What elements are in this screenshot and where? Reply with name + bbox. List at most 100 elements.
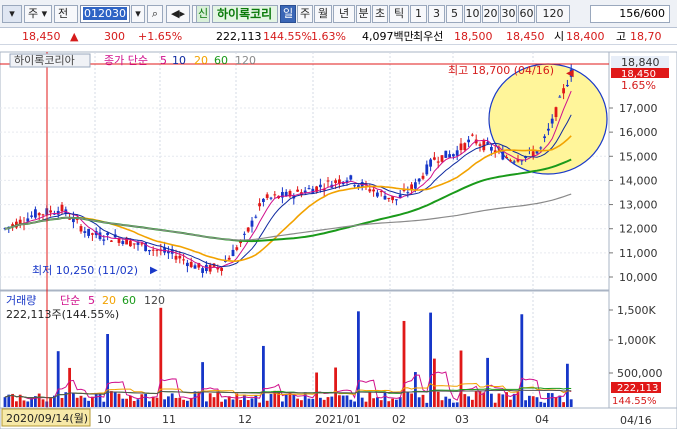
volume-bar — [258, 402, 261, 407]
candle-body — [429, 159, 432, 167]
trade-amount: 4,097백만 — [362, 30, 414, 43]
candle-body — [83, 231, 87, 233]
candle-body — [49, 210, 52, 213]
volume-bar — [387, 401, 391, 407]
candle-body — [410, 184, 413, 190]
period-button-2[interactable]: 월 — [314, 5, 332, 23]
volume-bar — [41, 399, 45, 407]
candle-body — [220, 267, 223, 271]
volume-bar — [307, 398, 311, 407]
candle-body — [414, 182, 417, 189]
volume-bar — [144, 393, 147, 407]
period-button-14[interactable]: 120 — [536, 5, 570, 23]
stock-name-field: 하이록코리 — [212, 5, 278, 23]
period-button-11[interactable]: 20 — [482, 5, 499, 23]
volume-bar — [448, 398, 451, 407]
volume-bar — [83, 397, 87, 407]
candle-body — [463, 143, 467, 151]
volume-bar — [372, 398, 375, 407]
candle-body — [550, 118, 554, 124]
volume-bar — [486, 357, 489, 407]
x-axis-label: 10 — [97, 413, 111, 426]
change-pct-tag: 1.65% — [621, 79, 656, 92]
x-axis-label: 02 — [392, 413, 406, 426]
candle-body — [186, 262, 189, 267]
volume-bar — [402, 320, 406, 407]
volume-bar — [239, 399, 242, 407]
volume-bar — [463, 394, 467, 407]
market-select[interactable]: 주 ▾ — [24, 5, 52, 23]
volume-bar — [410, 393, 413, 407]
volume-bar — [509, 399, 512, 407]
volume-bar — [212, 397, 216, 407]
type-select[interactable]: 전 — [54, 5, 78, 23]
volume-bar — [493, 402, 497, 407]
volume-value: 222,113 — [216, 30, 262, 43]
candle-body — [520, 160, 524, 162]
candle-body — [117, 238, 121, 243]
volume-bar — [246, 400, 250, 407]
period-button-5[interactable]: 초 — [372, 5, 388, 23]
volume-bar — [444, 396, 448, 407]
search-icon[interactable]: ⌕ — [147, 5, 163, 23]
candle-body — [326, 180, 330, 182]
best-bid-price: 18,450 — [506, 30, 545, 43]
period-button-1[interactable]: 주 — [297, 5, 313, 23]
volume-bar — [455, 402, 459, 407]
current-price-tag: 18,840 — [621, 56, 660, 69]
candle-body — [235, 247, 239, 250]
data-count-input[interactable]: 156/600 — [590, 5, 670, 23]
period-button-9[interactable]: 5 — [446, 5, 463, 23]
volume-bar — [155, 397, 159, 407]
ma10-legend: 10 — [172, 54, 186, 67]
cursor-date: 2020/09/14(월) — [6, 412, 88, 425]
price-tick-label: 16,000 — [619, 126, 658, 139]
volume-bar — [56, 351, 60, 407]
volume-bar — [417, 397, 421, 407]
volume-bar — [520, 314, 524, 407]
volume-bar — [353, 401, 356, 407]
period-button-3[interactable]: 년 — [333, 5, 355, 23]
volume-bar — [497, 393, 501, 407]
volume-bar — [474, 390, 478, 407]
volume-bar — [501, 394, 505, 407]
price-tick-label: 10,000 — [619, 271, 658, 284]
candle-body — [243, 233, 246, 235]
period-button-4[interactable]: 분 — [356, 5, 371, 23]
volume-bar — [140, 394, 144, 407]
period-button-7[interactable]: 1 — [410, 5, 427, 23]
candle-body — [60, 204, 64, 212]
period-button-6[interactable]: 틱 — [389, 5, 409, 23]
stock-code-input[interactable]: 012030 — [80, 5, 130, 23]
volume-bar — [231, 399, 235, 407]
volume-bar — [98, 393, 102, 407]
link-checkbox[interactable]: ▾ — [2, 5, 22, 23]
candle-body — [174, 255, 178, 260]
data-count-value: 156/600 — [619, 7, 665, 20]
volume-bar — [15, 401, 18, 407]
volume-bar — [512, 393, 516, 407]
volume-bar — [121, 398, 125, 407]
volume-bar — [436, 391, 440, 407]
period-button-12[interactable]: 30 — [500, 5, 517, 23]
period-button-0[interactable]: 일 — [280, 5, 296, 23]
volume-bar — [125, 398, 128, 407]
open-price: 18,400 — [566, 30, 605, 43]
candle-body — [455, 150, 459, 156]
volume-bar — [296, 398, 299, 407]
volume-bar — [338, 395, 341, 407]
volume-bar — [3, 397, 7, 407]
period-button-8[interactable]: 3 — [428, 5, 445, 23]
high-label: 고 — [616, 30, 627, 43]
candle-body — [444, 150, 448, 158]
sound-icon[interactable]: ◀▸ — [166, 5, 190, 23]
stock-chart[interactable]: 하이록코리아 종가 단순 5 10 20 60 120 최고 18,700 (0… — [0, 46, 677, 429]
volume-bar — [292, 394, 296, 407]
period-button-13[interactable]: 60 — [518, 5, 535, 23]
candle-body — [102, 239, 106, 241]
code-dropdown-button[interactable]: ▾ — [131, 5, 145, 23]
candle-body — [406, 192, 410, 194]
volume-bar — [220, 401, 223, 407]
candle-body — [501, 151, 505, 160]
period-button-10[interactable]: 10 — [464, 5, 481, 23]
